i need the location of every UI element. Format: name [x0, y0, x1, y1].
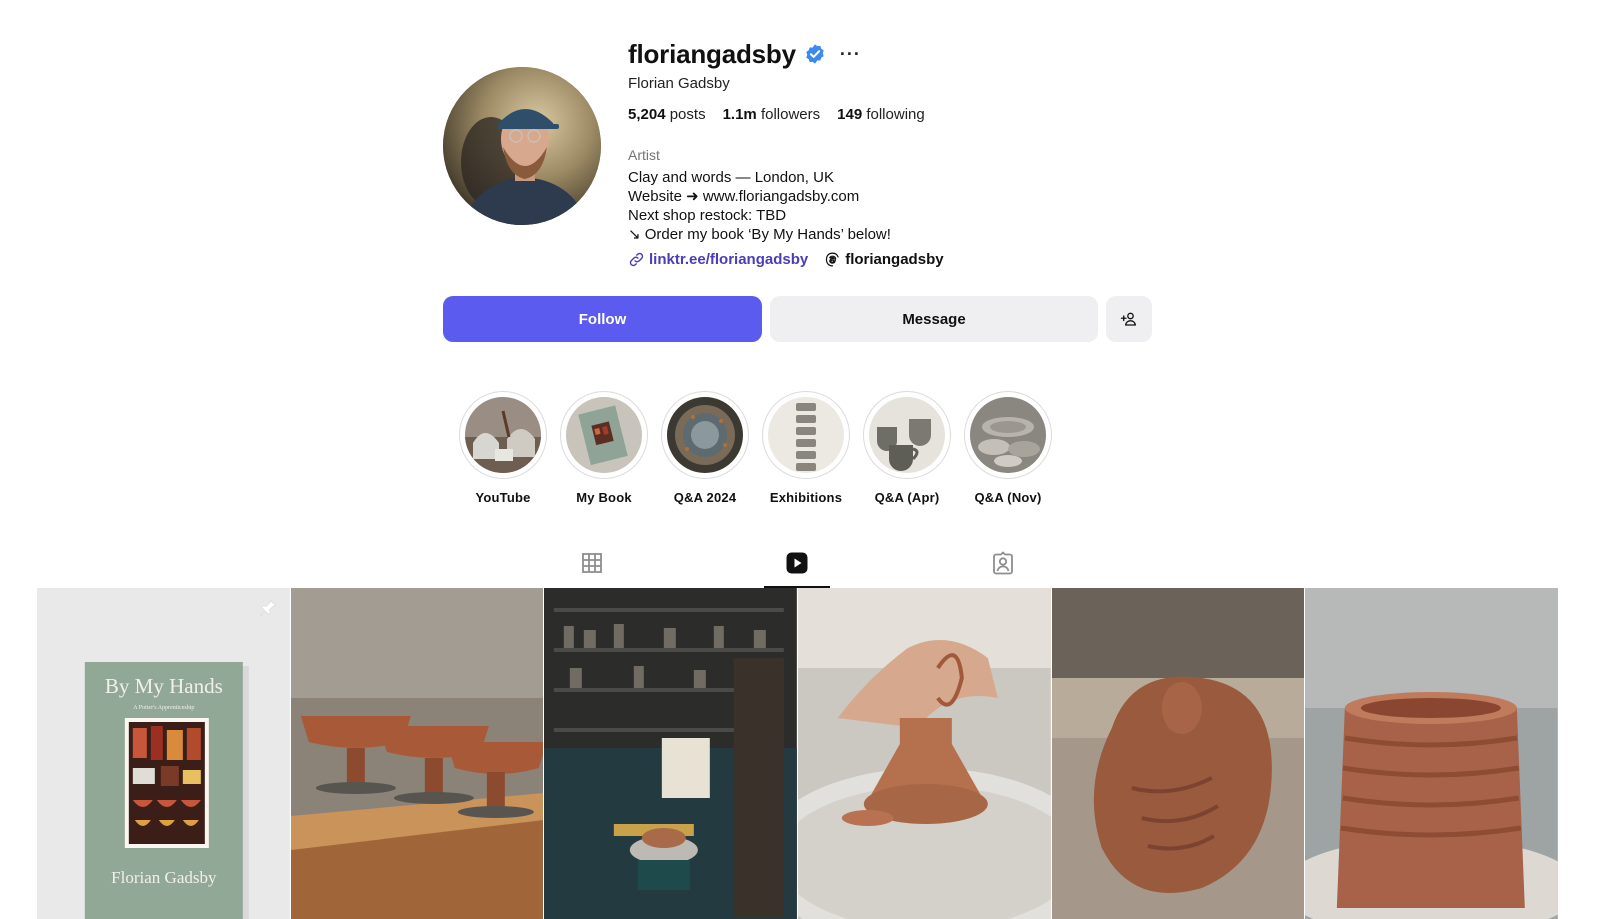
tab-tagged[interactable]	[970, 538, 1036, 588]
verified-badge-icon	[804, 43, 826, 65]
bio-line: Website ➜ www.floriangadsby.com	[628, 188, 860, 205]
suggested-users-button[interactable]	[1106, 296, 1152, 342]
post-tile[interactable]	[1305, 588, 1559, 919]
pinned-icon	[259, 599, 276, 616]
post-tile[interactable]	[798, 588, 1051, 919]
highlight-my-book[interactable]: My Book	[560, 391, 648, 505]
profile-links: linktr.ee/floriangadsby floriangadsby	[628, 251, 944, 268]
tab-posts[interactable]	[559, 538, 625, 588]
highlight-label: Q&A (Apr)	[874, 490, 940, 505]
profile-tabs	[443, 538, 1152, 588]
profile-bio: Clay and words — London, UK Website ➜ ww…	[628, 168, 891, 244]
post-thumbnail	[544, 588, 798, 919]
profile-avatar[interactable]	[443, 67, 601, 225]
threads-icon	[826, 252, 839, 267]
book-title: By My Hands	[105, 674, 223, 698]
more-options-icon[interactable]: ···	[840, 45, 861, 63]
profile-stats: 5,204 posts 1.1m followers 149 following	[628, 106, 925, 123]
highlight-cover	[667, 397, 743, 473]
posts-grid: By My Hands A Potter's Apprenticeship Fl…	[37, 588, 1559, 919]
threads-handle: floriangadsby	[845, 251, 944, 268]
highlight-youtube[interactable]: YouTube	[459, 391, 547, 505]
username: floriangadsby	[628, 38, 796, 69]
highlight-cover	[768, 397, 844, 473]
external-link[interactable]: linktr.ee/floriangadsby	[628, 251, 808, 268]
book-author: Florian Gadsby	[111, 868, 217, 887]
highlight-label: YouTube	[475, 490, 531, 505]
add-user-icon	[1120, 312, 1137, 326]
highlight-cover	[970, 397, 1046, 473]
message-button[interactable]: Message	[770, 296, 1098, 342]
avatar-photo	[443, 67, 601, 225]
highlight-cover	[566, 397, 642, 473]
post-thumbnail	[290, 588, 544, 919]
bio-line: Clay and words — London, UK	[628, 169, 834, 186]
post-tile[interactable]	[290, 588, 544, 919]
post-tile-pinned-book[interactable]: By My Hands A Potter's Apprenticeship Fl…	[37, 588, 290, 919]
highlight-exhibitions[interactable]: Exhibitions	[762, 391, 850, 505]
link-icon	[629, 252, 644, 267]
post-thumbnail	[1051, 588, 1305, 919]
highlight-cover	[869, 397, 945, 473]
profile-category: Artist	[628, 147, 660, 163]
story-highlights: YouTube My Book Q&A 2024 Exhibitions Q&A…	[459, 391, 1052, 505]
threads-link[interactable]: floriangadsby	[824, 251, 944, 268]
grid-icon	[582, 553, 602, 573]
post-thumbnail: By My Hands A Potter's Apprenticeship Fl…	[37, 588, 290, 919]
post-thumbnail	[798, 588, 1051, 919]
follow-button[interactable]: Follow	[443, 296, 762, 342]
post-tile[interactable]	[1051, 588, 1305, 919]
stat-followers[interactable]: 1.1m followers	[723, 106, 821, 123]
reels-icon	[786, 552, 808, 574]
bio-line: Next shop restock: TBD	[628, 207, 787, 224]
highlight-label: Q&A 2024	[673, 490, 737, 505]
post-thumbnail	[1305, 588, 1559, 919]
book-subtitle: A Potter's Apprenticeship	[133, 705, 194, 711]
highlight-label: Q&A (Nov)	[974, 490, 1042, 505]
highlight-label: Exhibitions	[769, 490, 843, 505]
post-tile[interactable]	[544, 588, 798, 919]
highlight-label: My Book	[576, 490, 632, 505]
full-name: Florian Gadsby	[628, 75, 730, 92]
tagged-icon	[993, 551, 1013, 575]
highlight-cover	[465, 397, 541, 473]
external-link-text: linktr.ee/floriangadsby	[649, 251, 809, 268]
highlight-qa-apr[interactable]: Q&A (Apr)	[863, 391, 951, 505]
highlight-qa-nov[interactable]: Q&A (Nov)	[964, 391, 1052, 505]
tab-reels[interactable]	[764, 538, 830, 588]
bio-line: ↘ Order my book ‘By My Hands’ below!	[628, 226, 891, 243]
stat-posts[interactable]: 5,204 posts	[628, 106, 706, 123]
highlight-qa-2024[interactable]: Q&A 2024	[661, 391, 749, 505]
stat-following[interactable]: 149 following	[837, 106, 925, 123]
username-row: floriangadsby ···	[628, 36, 861, 72]
